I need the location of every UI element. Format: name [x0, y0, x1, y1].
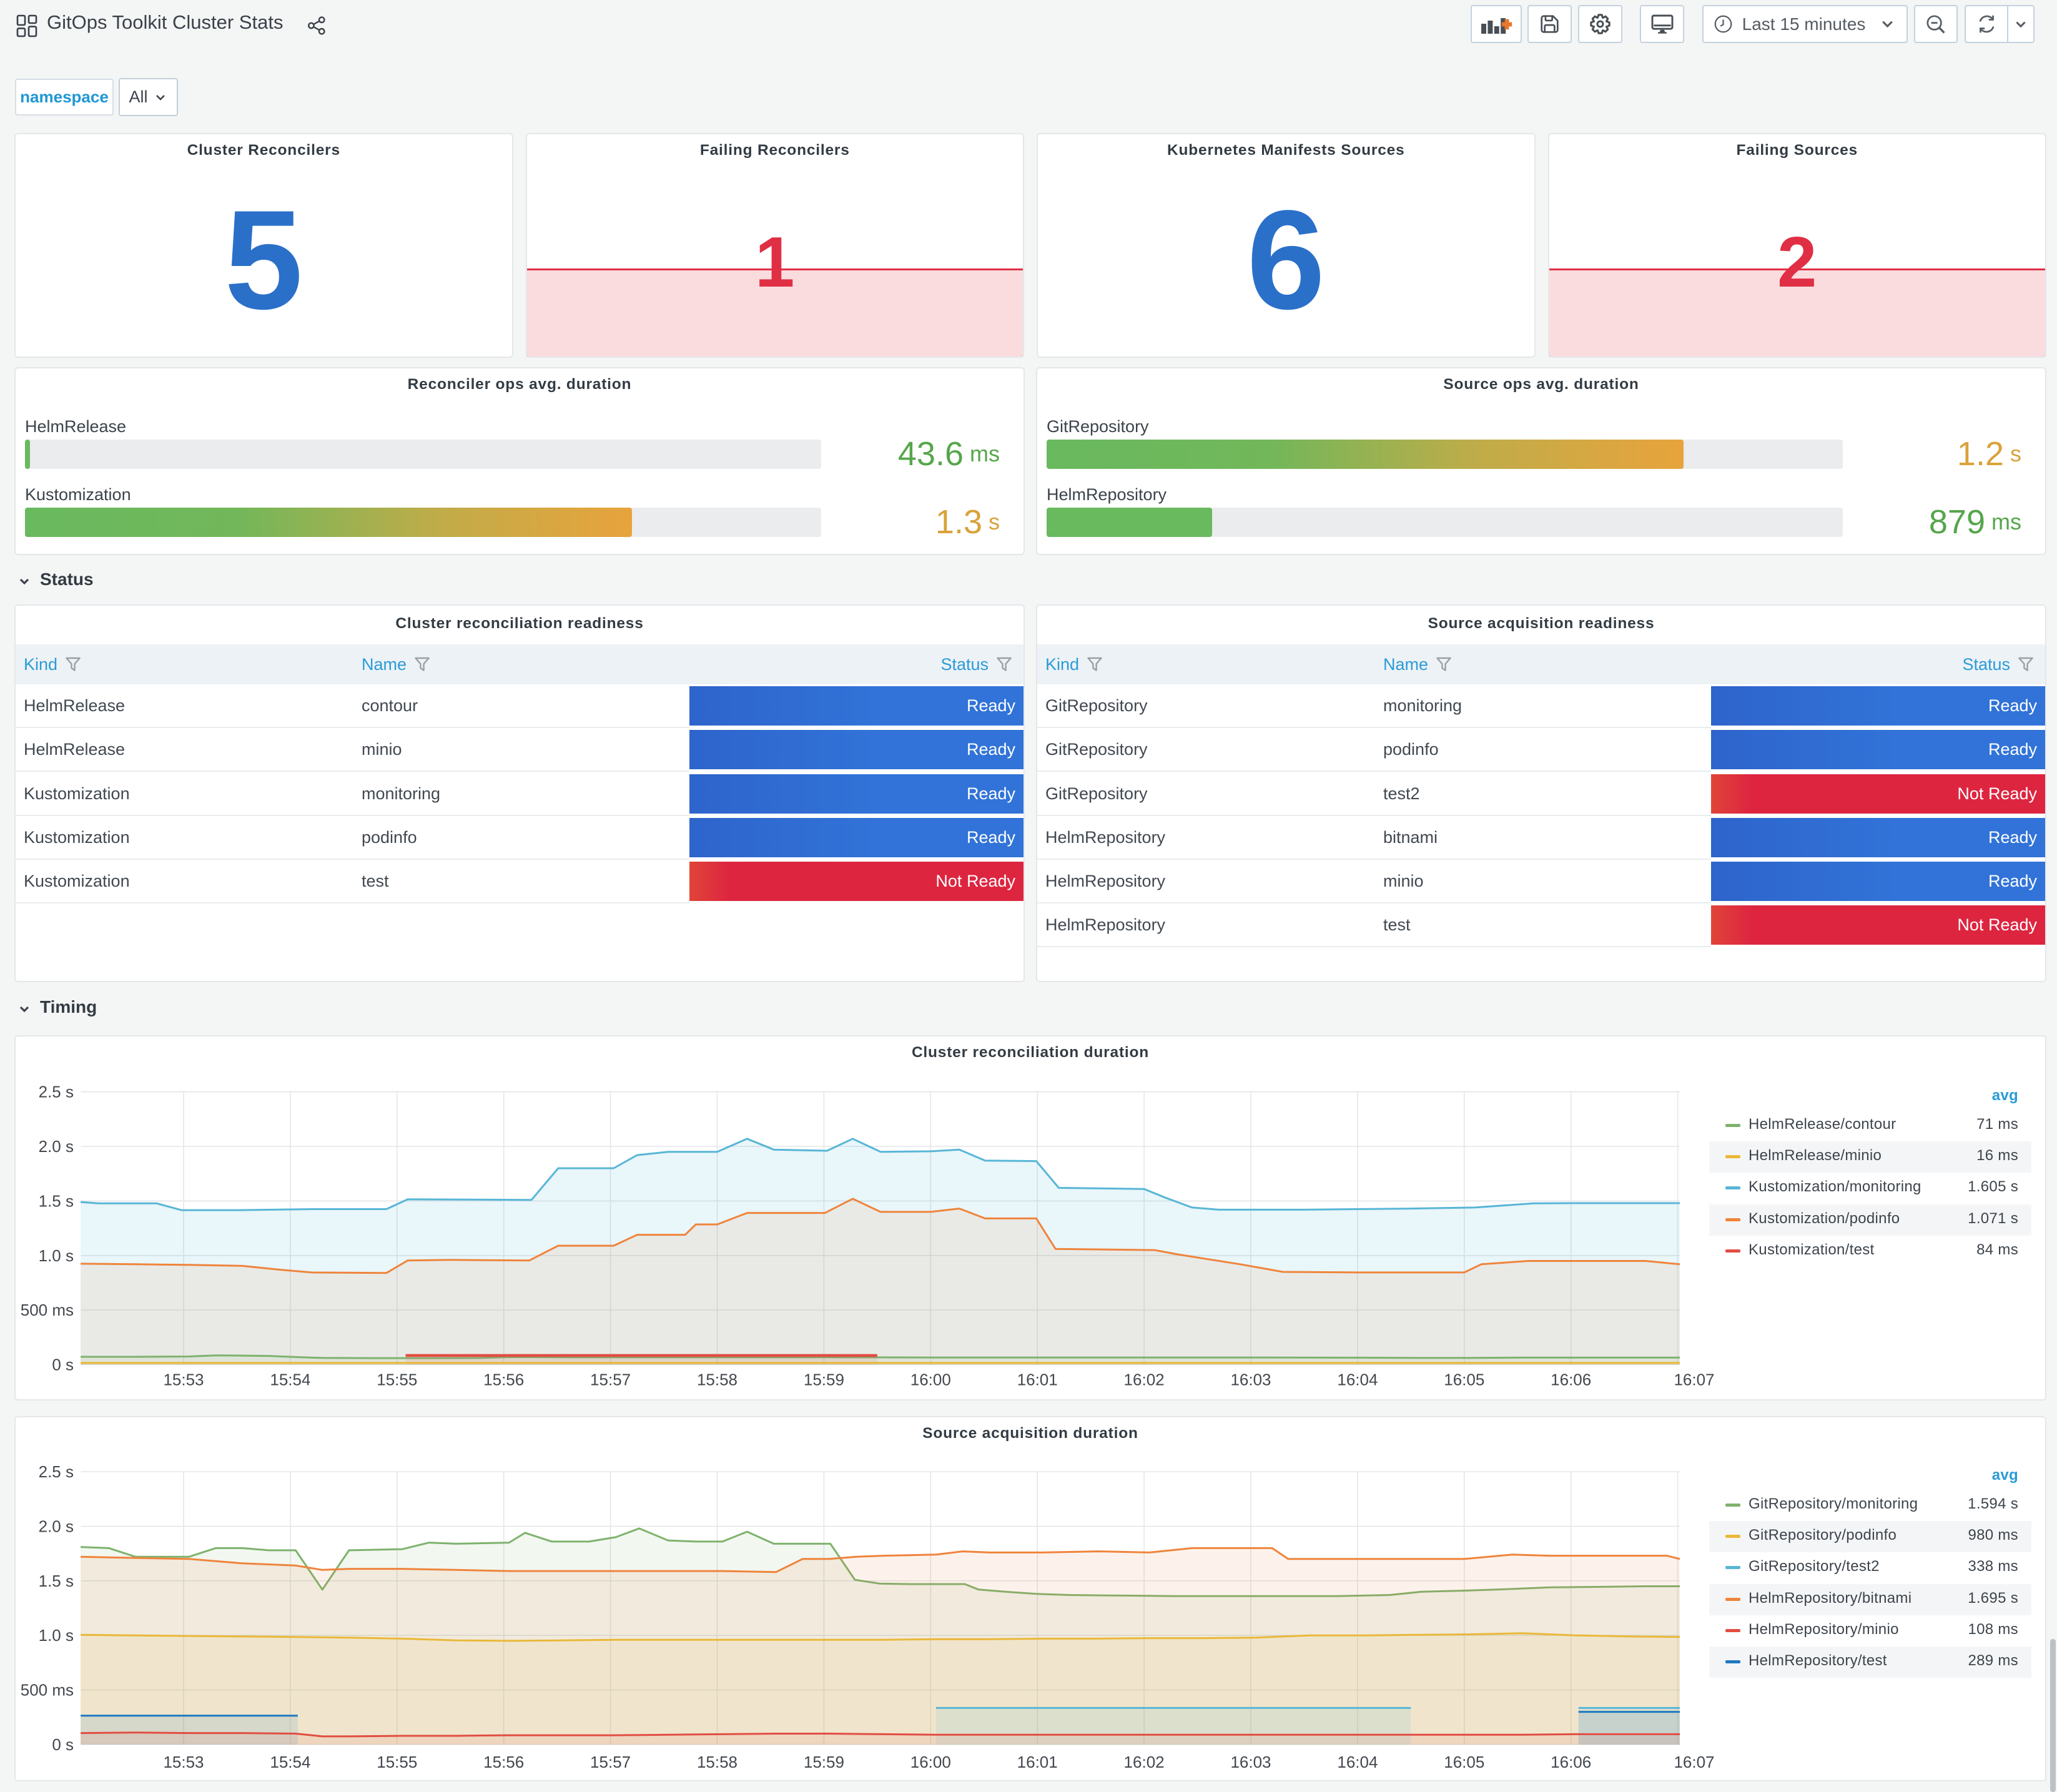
svg-text:15:58: 15:58 [697, 1371, 737, 1389]
svg-text:16:06: 16:06 [1551, 1753, 1591, 1771]
svg-text:16:04: 16:04 [1337, 1753, 1378, 1771]
svg-text:1.5 s: 1.5 s [39, 1572, 74, 1590]
svg-text:15:53: 15:53 [163, 1371, 204, 1389]
svg-text:16:06: 16:06 [1551, 1371, 1591, 1389]
svg-text:500 ms: 500 ms [21, 1301, 74, 1319]
svg-text:15:55: 15:55 [377, 1371, 417, 1389]
svg-text:16:02: 16:02 [1124, 1753, 1165, 1771]
svg-text:15:55: 15:55 [377, 1753, 417, 1771]
svg-text:1.0 s: 1.0 s [39, 1246, 74, 1265]
svg-text:2.5 s: 2.5 s [39, 1083, 74, 1101]
svg-text:15:59: 15:59 [804, 1753, 844, 1771]
svg-text:15:59: 15:59 [804, 1371, 844, 1389]
svg-text:16:07: 16:07 [1674, 1753, 1714, 1771]
svg-text:2.5 s: 2.5 s [39, 1462, 74, 1481]
svg-text:0 s: 0 s [52, 1356, 74, 1374]
svg-text:16:04: 16:04 [1337, 1371, 1378, 1389]
svg-text:16:05: 16:05 [1444, 1753, 1484, 1771]
svg-text:15:58: 15:58 [697, 1753, 737, 1771]
svg-text:16:01: 16:01 [1017, 1753, 1058, 1771]
svg-text:16:07: 16:07 [1674, 1371, 1714, 1389]
svg-text:0 s: 0 s [52, 1735, 74, 1754]
svg-text:15:57: 15:57 [590, 1371, 631, 1389]
svg-text:15:54: 15:54 [270, 1371, 310, 1389]
svg-text:2.0 s: 2.0 s [39, 1517, 74, 1535]
svg-text:16:05: 16:05 [1444, 1371, 1484, 1389]
svg-text:16:00: 16:00 [910, 1753, 951, 1771]
svg-text:15:54: 15:54 [270, 1753, 310, 1771]
svg-text:500 ms: 500 ms [21, 1681, 74, 1700]
svg-text:15:57: 15:57 [590, 1753, 631, 1771]
svg-text:16:00: 16:00 [910, 1371, 951, 1389]
svg-text:1.0 s: 1.0 s [39, 1626, 74, 1645]
svg-text:15:56: 15:56 [483, 1371, 524, 1389]
svg-text:16:02: 16:02 [1124, 1371, 1165, 1389]
svg-text:16:03: 16:03 [1230, 1371, 1271, 1389]
svg-text:16:01: 16:01 [1017, 1371, 1058, 1389]
svg-text:15:53: 15:53 [163, 1753, 204, 1771]
svg-text:1.5 s: 1.5 s [39, 1191, 74, 1210]
svg-text:2.0 s: 2.0 s [39, 1137, 74, 1156]
svg-text:15:56: 15:56 [483, 1753, 524, 1771]
svg-text:16:03: 16:03 [1230, 1753, 1271, 1771]
